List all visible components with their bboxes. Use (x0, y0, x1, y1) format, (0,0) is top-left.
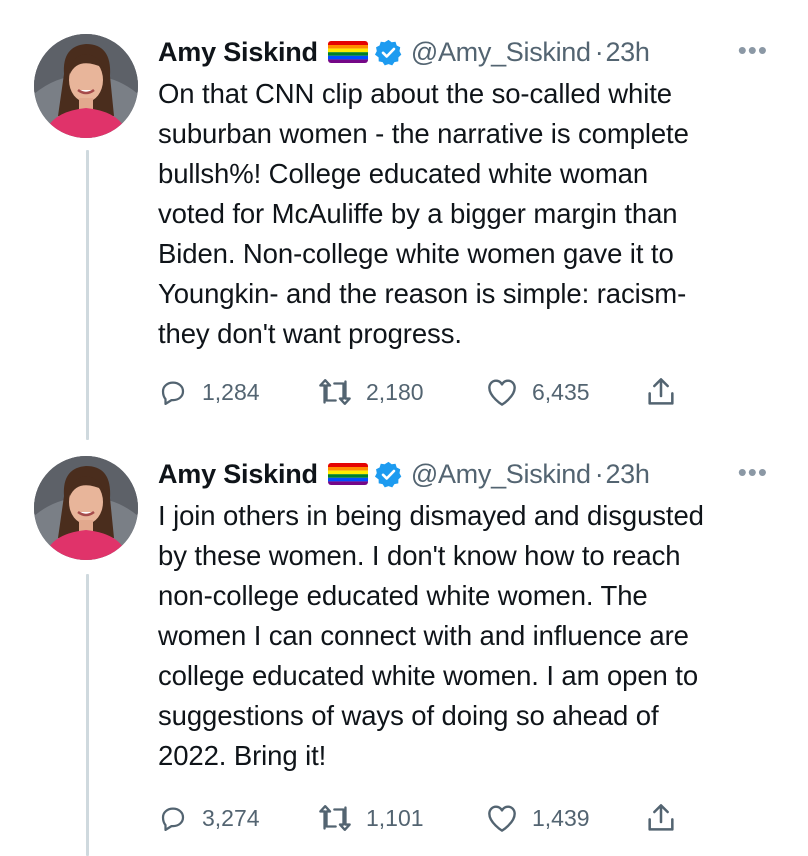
tweet-text-line: college educated white women. I am open … (158, 660, 699, 691)
share-icon (648, 804, 674, 831)
thread-line (86, 574, 89, 856)
separator-dot: · (594, 36, 604, 67)
reply-count: 1,284 (202, 378, 260, 405)
tweet-actions: 1,284 2,180 6,435 (158, 372, 788, 412)
like-count: 6,435 (532, 378, 590, 405)
author-handle[interactable]: @Amy_Siskind (411, 459, 591, 490)
retweet-icon (319, 379, 351, 405)
tweet-actions: 3,274 1,101 1,439 (158, 798, 788, 838)
tweet-text: On that CNN clip about the so-called whi… (158, 74, 788, 354)
rainbow-flag-icon (327, 463, 368, 485)
tweet-text-line: I join others in being dismayed and disg… (158, 500, 704, 531)
thread-line (86, 150, 89, 440)
tweet-text-line: Youngkin- and the reason is simple: raci… (158, 278, 687, 309)
tweet-header: Amy Siskind @Amy_Siskind · 23h (158, 456, 788, 492)
tweet-text-line: women I can connect with and influence a… (158, 620, 689, 651)
like-count: 1,439 (532, 804, 590, 831)
rainbow-flag-icon (327, 41, 368, 63)
tweet-text-line: they don't want progress. (158, 318, 462, 349)
tweet-header: Amy Siskind @Amy_Siskind · 23h (158, 34, 788, 70)
timestamp[interactable]: 23h (605, 459, 649, 490)
tweet-text-line: by these women. I don't know how to reac… (158, 540, 681, 571)
retweet-button[interactable]: 2,180 (318, 377, 486, 407)
author-handle[interactable]: @Amy_Siskind (411, 37, 591, 68)
retweet-button[interactable]: 1,101 (318, 803, 486, 833)
heart-icon (488, 379, 516, 406)
retweet-icon (319, 805, 351, 831)
retweet-count: 1,101 (366, 804, 424, 831)
verified-badge-icon (374, 38, 403, 67)
author-name[interactable]: Amy Siskind (158, 37, 318, 68)
tweet-text-line: non-college educated white women. The (158, 580, 648, 611)
retweet-count: 2,180 (366, 378, 424, 405)
share-button[interactable] (646, 376, 676, 408)
separator-dot: · (594, 458, 604, 489)
reply-icon (161, 807, 185, 831)
tweet-text-line: voted for McAuliffe by a bigger margin t… (158, 198, 678, 229)
more-options-icon[interactable]: ••• (738, 459, 768, 485)
reply-button[interactable]: 1,284 (158, 377, 318, 407)
timestamp[interactable]: 23h (605, 37, 649, 68)
reply-count: 3,274 (202, 804, 260, 831)
reply-icon (161, 381, 185, 405)
share-icon (648, 378, 674, 405)
tweet-text-line: bullsh%! College educated white woman (158, 158, 649, 189)
avatar[interactable] (34, 456, 138, 560)
heart-icon (488, 805, 516, 832)
more-options-icon[interactable]: ••• (738, 37, 768, 63)
tweet-text-line: On that CNN clip about the so-called whi… (158, 78, 672, 109)
tweet-text-line: Biden. Non-college white women gave it t… (158, 238, 674, 269)
like-button[interactable]: 1,439 (486, 803, 646, 833)
tweet-text-line: suburban women - the narrative is comple… (158, 118, 689, 149)
tweet-text-line: suggestions of ways of doing so ahead of (158, 700, 659, 731)
verified-badge-icon (374, 460, 403, 489)
share-button[interactable] (646, 802, 676, 834)
reply-button[interactable]: 3,274 (158, 803, 318, 833)
tweet-text: I join others in being dismayed and disg… (158, 496, 788, 776)
tweet-text-line: 2022. Bring it! (158, 740, 327, 771)
author-name[interactable]: Amy Siskind (158, 459, 318, 490)
like-button[interactable]: 6,435 (486, 377, 646, 407)
avatar[interactable] (34, 34, 138, 138)
